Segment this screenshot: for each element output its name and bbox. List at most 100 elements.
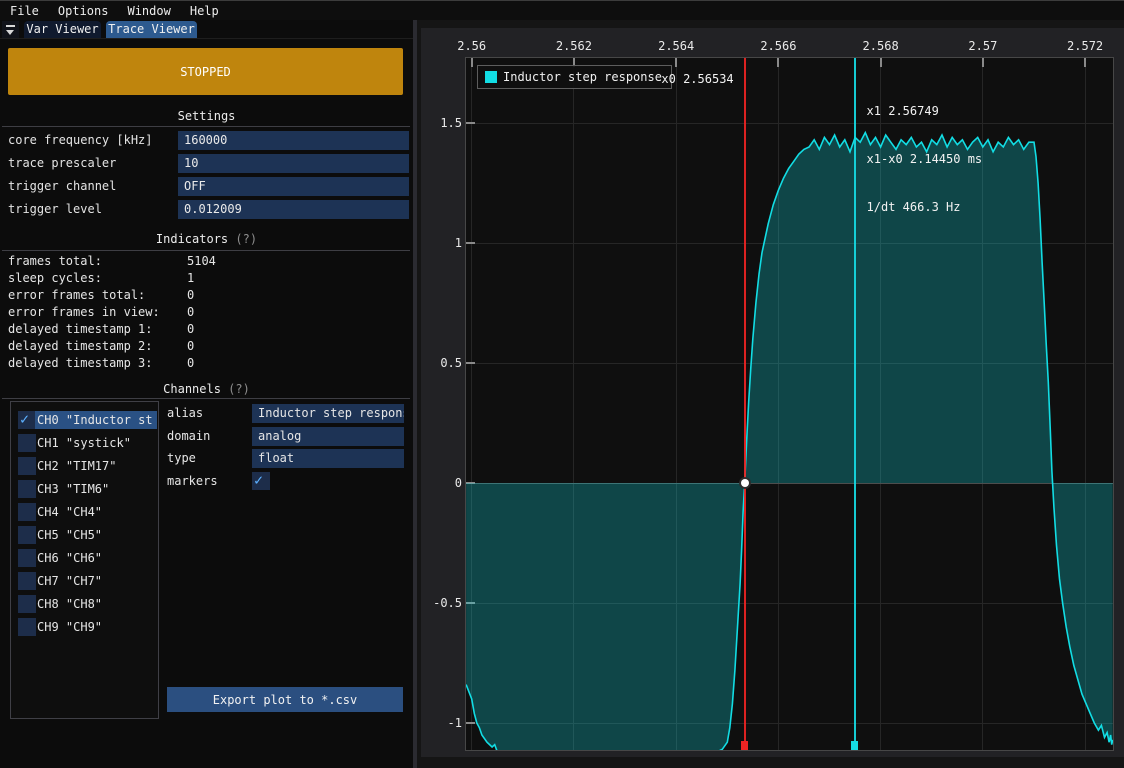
indicator-label: error frames total: [8, 289, 145, 302]
indicator-label: delayed timestamp 1: [8, 323, 153, 336]
channels-help-icon[interactable]: (?) [228, 382, 250, 396]
menu-help[interactable]: Help [190, 4, 219, 18]
x-tick-label: 2.562 [556, 39, 592, 53]
channel-checkbox[interactable] [18, 526, 36, 544]
marker-x0-line[interactable] [744, 58, 746, 750]
marker-x1-line-handle[interactable] [851, 741, 858, 750]
waveform-fill [466, 133, 1113, 750]
channel-checkbox[interactable] [18, 480, 36, 498]
left-panel: Var Viewer Trace Viewer STOPPED Settings… [0, 20, 413, 768]
channel-checkbox[interactable] [18, 434, 36, 452]
channel-checkbox[interactable] [18, 549, 36, 567]
markers-label: markers [167, 472, 218, 491]
tab-list-button[interactable] [2, 21, 19, 38]
indicators-help-icon[interactable]: (?) [235, 232, 257, 246]
waveform [466, 58, 1113, 750]
domain-label: domain [167, 427, 210, 446]
indicator-value: 0 [187, 340, 194, 353]
markers-checkbox[interactable] [252, 472, 270, 490]
channel-label[interactable]: CH2 "TIM17" [37, 457, 157, 475]
channel-checkbox[interactable] [18, 457, 36, 475]
x-tick-label: 2.57 [968, 39, 997, 53]
x-tick-label: 2.568 [863, 39, 899, 53]
indicators-header: Indicators (?) [0, 233, 413, 246]
channel-listbox: CH0 "Inductor st CH1 "systick" CH2 "TIM1… [10, 401, 159, 719]
separator [2, 126, 410, 127]
channel-row: CH4 "CH4" [11, 503, 158, 521]
menu-bar: File Options Window Help [0, 0, 1124, 20]
marker-x1-labels: x1 2.56749 x1-x0 2.14450 ms 1/dt 466.3 H… [867, 71, 983, 247]
export-csv-button[interactable]: Export plot to *.csv [167, 687, 403, 712]
indicator-label: frames total: [8, 255, 102, 268]
channel-checkbox[interactable] [18, 503, 36, 521]
channel-label[interactable]: CH6 "CH6" [37, 549, 157, 567]
indicator-label: delayed timestamp 2: [8, 340, 153, 353]
channel-label[interactable]: CH7 "CH7" [37, 572, 157, 590]
x-tick-label: 2.572 [1067, 39, 1103, 53]
marker-point [741, 479, 749, 487]
type-input[interactable]: float [252, 449, 404, 468]
channel-checkbox[interactable] [18, 572, 36, 590]
setting-label-trigger-level: trigger level [8, 200, 102, 219]
channel-label[interactable]: CH5 "CH5" [37, 526, 157, 544]
marker-x0-line-handle[interactable] [741, 741, 748, 750]
indicator-value: 1 [187, 272, 194, 285]
indicator-label: sleep cycles: [8, 272, 102, 285]
marker-delta-label: x1-x0 2.14450 ms [867, 151, 983, 167]
x-tick-label: 2.56 [457, 39, 486, 53]
x-tick-label: 2.566 [760, 39, 796, 53]
channel-row: CH0 "Inductor st [11, 411, 158, 429]
type-label: type [167, 449, 196, 468]
stopped-button[interactable]: STOPPED [8, 48, 403, 95]
indicator-value: 5104 [187, 255, 216, 268]
trace-prescaler-input[interactable]: 10 [178, 154, 409, 173]
channel-label[interactable]: CH3 "TIM6" [37, 480, 157, 498]
tab-bar: Var Viewer Trace Viewer [0, 20, 413, 39]
y-tick-label: 1.5 [421, 116, 462, 130]
menu-options[interactable]: Options [58, 4, 109, 18]
chevron-down-icon [6, 25, 15, 27]
indicator-value: 0 [187, 289, 194, 302]
marker-freq-label: 1/dt 466.3 Hz [867, 199, 983, 215]
tab-trace-viewer[interactable]: Trace Viewer [106, 21, 197, 38]
y-tick-label: 0 [421, 476, 462, 490]
channel-checkbox[interactable] [18, 618, 36, 636]
setting-label-core-frequency: core frequency [kHz] [8, 131, 153, 150]
channel-label[interactable]: CH1 "systick" [37, 434, 157, 452]
trigger-channel-select[interactable]: OFF [178, 177, 409, 196]
menu-file[interactable]: File [10, 4, 39, 18]
y-tick-label: -1 [421, 716, 462, 730]
channel-row: CH3 "TIM6" [11, 480, 158, 498]
marker-x1-label: x1 2.56749 [867, 103, 983, 119]
plot-child-window: 2.56 2.562 2.564 2.566 2.568 2.57 2.572 1.5 1 0.… [421, 28, 1124, 757]
channel-label[interactable]: CH4 "CH4" [37, 503, 157, 521]
app-window: File Options Window Help Var Viewer Trac… [0, 0, 1124, 768]
indicator-value: 0 [187, 323, 194, 336]
x-tick-label: 2.564 [658, 39, 694, 53]
settings-header: Settings [0, 110, 413, 123]
marker-x0-label: x0 2.56534 [584, 71, 734, 87]
setting-label-trace-prescaler: trace prescaler [8, 154, 116, 173]
channel-checkbox[interactable] [18, 411, 36, 429]
y-tick-label: -0.5 [421, 596, 462, 610]
channels-header: Channels (?) [0, 383, 413, 396]
alias-input[interactable]: Inductor step respons [252, 404, 404, 423]
trigger-level-input[interactable]: 0.012009 [178, 200, 409, 219]
channel-label[interactable]: CH0 "Inductor st [35, 411, 157, 429]
channel-row: CH7 "CH7" [11, 572, 158, 590]
plot-area[interactable]: Inductor step response [466, 58, 1113, 750]
y-tick-label: 1 [421, 236, 462, 250]
channel-row: CH8 "CH8" [11, 595, 158, 613]
marker-x1-line[interactable] [854, 58, 856, 750]
alias-label: alias [167, 404, 203, 423]
channel-row: CH9 "CH9" [11, 618, 158, 636]
tab-var-viewer[interactable]: Var Viewer [24, 21, 101, 38]
channel-label[interactable]: CH8 "CH8" [37, 595, 157, 613]
core-frequency-input[interactable]: 160000 [178, 131, 409, 150]
domain-input[interactable]: analog [252, 427, 404, 446]
y-tick-label: 0.5 [421, 356, 462, 370]
channel-checkbox[interactable] [18, 595, 36, 613]
channel-label[interactable]: CH9 "CH9" [37, 618, 157, 636]
indicator-label: delayed timestamp 3: [8, 357, 153, 370]
menu-window[interactable]: Window [127, 4, 170, 18]
